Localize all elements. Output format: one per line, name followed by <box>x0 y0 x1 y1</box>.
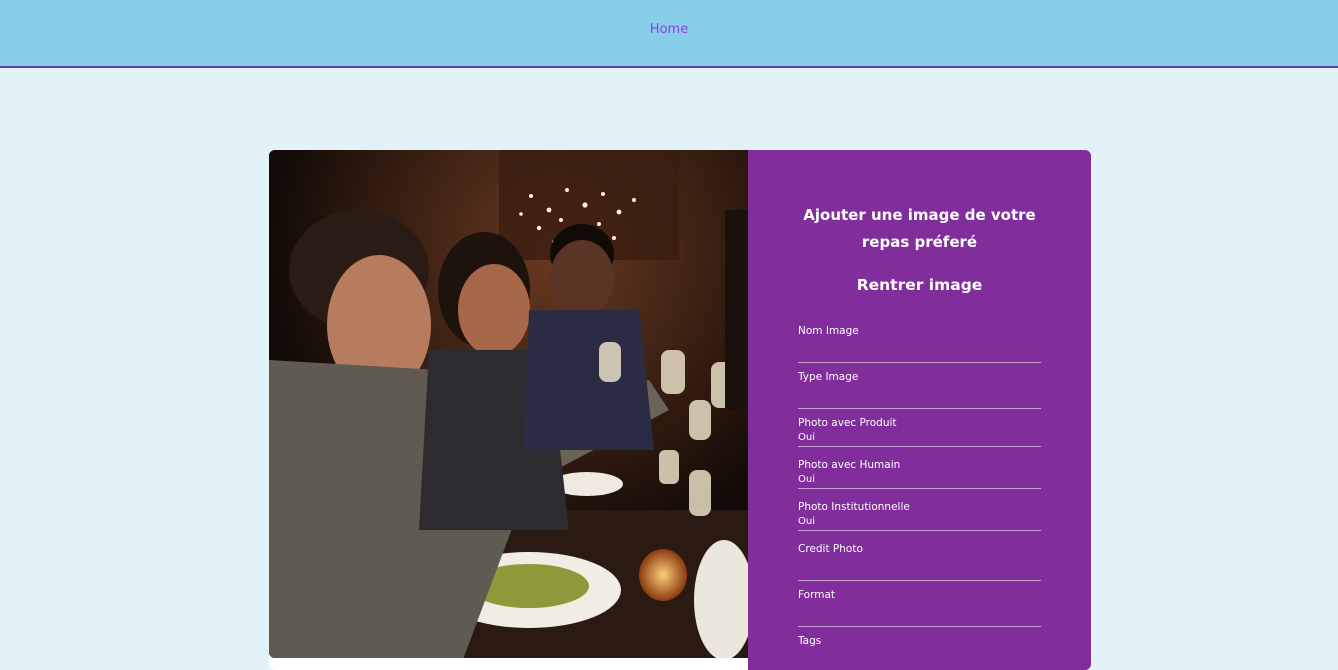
nom-image-input[interactable] <box>798 338 1041 362</box>
field-label: Credit Photo <box>798 543 863 555</box>
form-title: Ajouter une image de votre repas préferé <box>803 206 1036 251</box>
field-label: Photo Institutionnelle <box>798 501 910 513</box>
format-input[interactable] <box>798 602 1041 626</box>
tags-input[interactable] <box>798 648 1041 670</box>
field-credit-photo: Credit Photo <box>798 542 1041 581</box>
restaurant-dinner-photo <box>269 150 748 658</box>
field-nom-image: Nom Image <box>798 324 1041 363</box>
add-image-card: Ajouter une image de votre repas préferé… <box>269 150 1091 670</box>
field-label: Nom Image <box>798 325 859 337</box>
field-photo-avec-produit: Photo avec Produit Oui <box>798 416 1041 447</box>
form-subtitle: Rentrer image <box>856 276 983 294</box>
nav-home-link[interactable]: Home <box>650 22 688 37</box>
nav-home-container: Home <box>0 22 1338 37</box>
field-label: Tags <box>798 635 822 647</box>
top-navigation-bar: Home <box>0 0 1338 68</box>
field-photo-institutionnelle: Photo Institutionnelle Oui <box>798 500 1041 531</box>
photo-avec-humain-select[interactable]: Oui <box>798 472 1041 488</box>
type-image-input[interactable] <box>798 384 1041 408</box>
field-photo-avec-humain: Photo avec Humain Oui <box>798 458 1041 489</box>
field-label: Format <box>798 589 836 601</box>
field-type-image: Type Image <box>798 370 1041 409</box>
add-image-form: Ajouter une image de votre repas préferé… <box>748 150 1091 670</box>
field-label: Photo avec Produit <box>798 417 897 429</box>
photo-institutionnelle-select[interactable]: Oui <box>798 514 1041 530</box>
photo-avec-produit-select[interactable]: Oui <box>798 430 1041 446</box>
field-label: Photo avec Humain <box>798 459 901 471</box>
field-tags: Tags <box>798 634 1041 670</box>
field-format: Format <box>798 588 1041 627</box>
field-label: Type Image <box>798 371 859 383</box>
credit-photo-input[interactable] <box>798 556 1041 580</box>
